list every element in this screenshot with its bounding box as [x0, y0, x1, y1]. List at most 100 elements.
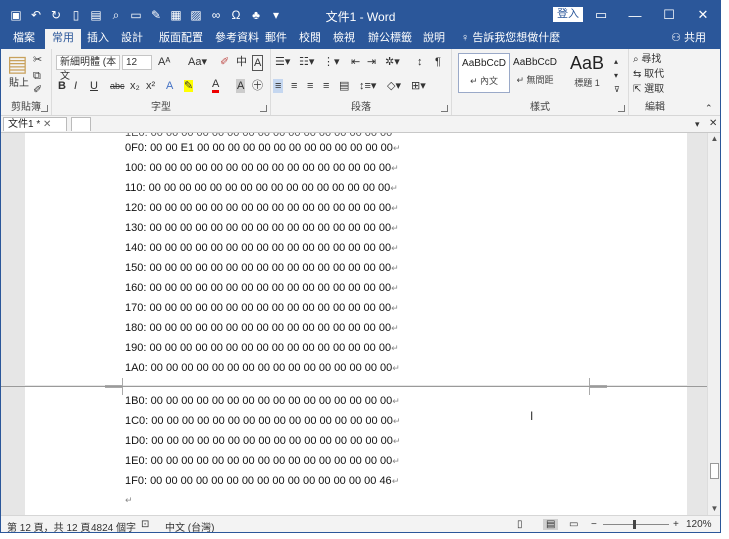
- hex-line: 140: 00 00 00 00 00 00 00 00 00 00 00 00…: [125, 242, 399, 254]
- scroll-thumb[interactable]: [710, 463, 719, 479]
- font-color-button[interactable]: A: [212, 79, 220, 93]
- distributed-icon[interactable]: ▤: [339, 79, 349, 93]
- tab-insert[interactable]: 插入: [83, 29, 113, 49]
- print-layout-icon[interactable]: ▤: [543, 519, 559, 530]
- zoom-level[interactable]: 120%: [686, 519, 712, 530]
- word-count-status[interactable]: 4824 個字: [91, 519, 136, 532]
- copy-icon[interactable]: ⧉: [33, 69, 41, 83]
- change-case-icon[interactable]: Aa▾: [188, 55, 207, 69]
- tab-references[interactable]: 參考資料: [211, 29, 263, 49]
- text-cursor-icon: I: [530, 409, 534, 423]
- read-mode-icon[interactable]: ▯: [517, 519, 523, 530]
- multilevel-list-icon[interactable]: ⋮▾: [323, 55, 340, 69]
- phonetic-guide-icon[interactable]: 中: [236, 55, 247, 69]
- tab-office-tab[interactable]: 辦公標籤: [365, 29, 415, 49]
- shading-icon[interactable]: ◇▾: [387, 79, 401, 93]
- font-name-input[interactable]: 新細明體 (本文: [56, 55, 120, 82]
- superscript-button[interactable]: x²: [146, 79, 155, 93]
- clipboard-launcher-icon[interactable]: [41, 105, 48, 112]
- styles-scroll-icon[interactable]: ▴ ▾ ⊽: [614, 55, 620, 97]
- sort-icon[interactable]: ↕: [417, 55, 423, 69]
- zoom-out-icon[interactable]: −: [591, 519, 597, 530]
- proofing-icon[interactable]: ⊡: [141, 519, 149, 530]
- signin-button[interactable]: 登入: [553, 7, 583, 22]
- line-spacing-icon[interactable]: ↕≡▾: [359, 79, 376, 93]
- ribbon-display-icon[interactable]: ▭: [584, 1, 618, 29]
- tab-view[interactable]: 檢視: [329, 29, 359, 49]
- paragraph-launcher-icon[interactable]: [441, 105, 448, 112]
- text-effects-button[interactable]: A: [166, 79, 173, 93]
- borders-icon[interactable]: ⊞▾: [411, 79, 426, 93]
- maximize-icon[interactable]: ☐: [652, 1, 686, 29]
- page-corner-mark: [589, 378, 607, 386]
- align-right-icon[interactable]: ≡: [307, 79, 313, 93]
- language-status[interactable]: 中文 (台灣): [165, 519, 214, 532]
- justify-icon[interactable]: ≡: [323, 79, 329, 93]
- web-layout-icon[interactable]: ▭: [569, 519, 578, 530]
- styles-launcher-icon[interactable]: [618, 105, 625, 112]
- style-heading-1[interactable]: AaB 標題 1: [562, 53, 612, 91]
- hex-line-text: 190: 00 00 00 00 00 00 00 00 00 00 00 00…: [125, 342, 392, 354]
- document-tab-bar: 文件1 * ✕ ▾ ✕: [1, 116, 720, 133]
- page-count-status[interactable]: 第 12 頁，共 12 頁: [7, 519, 90, 532]
- tab-close-icon[interactable]: ✕: [43, 119, 51, 130]
- scroll-down-icon[interactable]: ▼: [708, 503, 720, 515]
- highlight-color-icon[interactable]: ✎: [184, 79, 194, 93]
- bullets-icon[interactable]: ☰▾: [275, 55, 290, 69]
- hex-line-text: 170: 00 00 00 00 00 00 00 00 00 00 00 00…: [125, 302, 392, 314]
- enclose-char-icon[interactable]: ㊉: [252, 79, 263, 93]
- page-13-top[interactable]: 1B0: 00 00 00 00 00 00 00 00 00 00 00 00…: [25, 387, 687, 515]
- vertical-scrollbar[interactable]: ▲ ▼: [707, 133, 720, 515]
- minimize-icon[interactable]: —: [618, 1, 652, 29]
- chinese-layout-icon[interactable]: ✲▾: [385, 55, 400, 69]
- tab-home[interactable]: 常用: [45, 29, 81, 49]
- close-icon[interactable]: ✕: [686, 1, 720, 29]
- align-center-icon[interactable]: ≡: [291, 79, 297, 93]
- paste-icon[interactable]: ▤: [7, 53, 28, 75]
- zoom-in-icon[interactable]: +: [673, 519, 679, 530]
- select-button[interactable]: ⇱ 選取: [633, 83, 664, 97]
- strikethrough-button[interactable]: abc: [110, 79, 125, 93]
- font-size-input[interactable]: 12: [122, 55, 152, 70]
- paste-label[interactable]: 貼上: [9, 77, 29, 91]
- share-button[interactable]: ⚇ 共用: [671, 29, 706, 49]
- tab-review[interactable]: 校閱: [295, 29, 325, 49]
- collapse-ribbon-icon[interactable]: ⌃: [705, 101, 713, 115]
- page-12-bottom[interactable]: 1E0: 00 00 00 00 00 00 00 00 00 00 00 00…: [25, 133, 687, 386]
- document-tab-active[interactable]: 文件1 * ✕: [3, 117, 67, 131]
- subscript-button[interactable]: x₂: [130, 79, 140, 93]
- bold-button[interactable]: B: [58, 79, 66, 93]
- scroll-up-icon[interactable]: ▲: [708, 133, 720, 145]
- italic-button[interactable]: I: [74, 79, 77, 93]
- style-normal[interactable]: AaBbCcD ↵ 內文: [458, 53, 510, 93]
- tab-file[interactable]: 檔案: [7, 29, 41, 49]
- tab-mailings[interactable]: 郵件: [263, 29, 289, 49]
- underline-button[interactable]: U: [90, 79, 98, 93]
- show-marks-icon[interactable]: ¶: [435, 55, 441, 69]
- styles-group: AaBbCcD ↵ 內文 AaBbCcD ↵ 無間距 AaB 標題 1 ▴ ▾ ⊽ …: [452, 49, 629, 115]
- tab-list-icon[interactable]: ▾: [695, 117, 700, 131]
- numbering-icon[interactable]: ☷▾: [299, 55, 314, 69]
- new-document-tab[interactable]: [71, 117, 91, 131]
- grow-font-icon[interactable]: Aᴬ: [158, 55, 170, 69]
- char-shading-icon[interactable]: A: [236, 79, 246, 93]
- clear-format-icon[interactable]: ✐: [220, 55, 229, 69]
- style-no-spacing[interactable]: AaBbCcD ↵ 無間距: [510, 53, 560, 91]
- char-border-icon[interactable]: A: [252, 55, 264, 71]
- tab-help[interactable]: 說明: [419, 29, 449, 49]
- increase-indent-icon[interactable]: ⇥: [367, 55, 376, 69]
- tell-me-box[interactable]: ♀ 告訴我您想做什麼: [461, 29, 560, 49]
- zoom-slider-thumb[interactable]: [633, 520, 636, 529]
- decrease-indent-icon[interactable]: ⇤: [351, 55, 360, 69]
- font-group: 新細明體 (本文 12 Aᴬ Aa▾ ✐ 中 A B I U abc x₂ x²…: [52, 49, 271, 115]
- tab-design[interactable]: 設計: [117, 29, 147, 49]
- replace-button[interactable]: ⇆ 取代: [633, 68, 664, 82]
- format-painter-brush-icon[interactable]: ✐: [33, 83, 42, 97]
- find-button[interactable]: ⌕ 尋找: [633, 53, 661, 67]
- font-launcher-icon[interactable]: [260, 105, 267, 112]
- cut-icon[interactable]: ✂: [33, 53, 42, 67]
- close-document-icon[interactable]: ✕: [709, 117, 717, 131]
- zoom-slider[interactable]: [603, 524, 669, 525]
- tab-layout[interactable]: 版面配置: [155, 29, 207, 49]
- align-left-icon[interactable]: ≡: [273, 79, 284, 93]
